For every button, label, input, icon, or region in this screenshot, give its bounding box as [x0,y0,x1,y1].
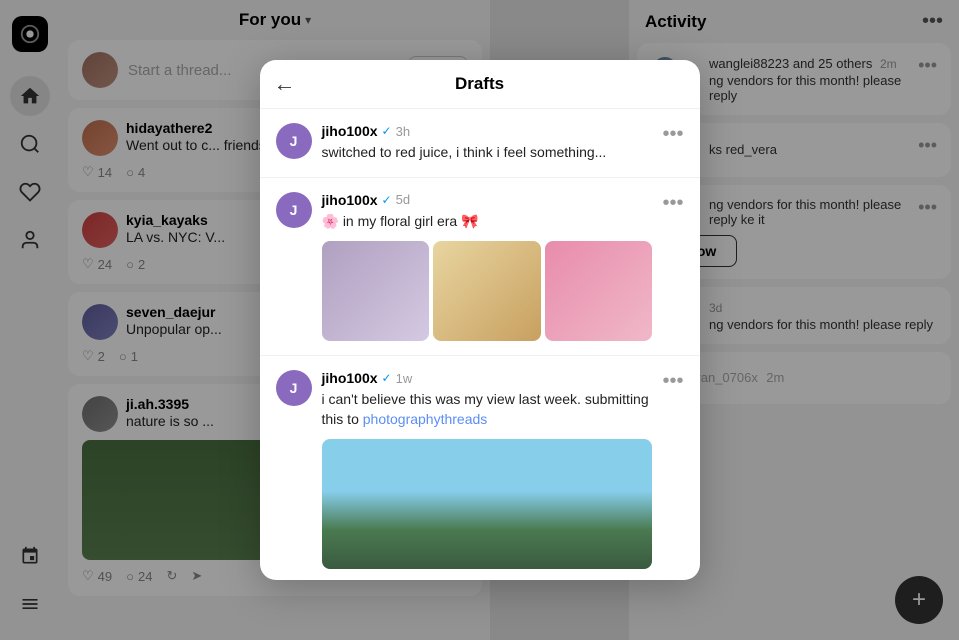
draft-username-2[interactable]: jiho100x [322,192,378,208]
draft-avatar-1: J [276,123,312,159]
draft-time-2: 5d [396,192,410,207]
draft-full-image-3 [322,439,653,569]
modal-back-button[interactable]: ← [274,71,296,97]
draft-link-3[interactable]: photographythreads [363,411,488,427]
draft-avatar-2: J [276,192,312,228]
draft-image-2a [322,241,430,341]
modal-title: Drafts [455,74,504,94]
draft-content-2: jiho100x ✓ 5d 🌸 in my floral girl era 🎀 [322,192,653,342]
draft-item-3: J jiho100x ✓ 1w i can't believe this was… [260,356,700,580]
draft-item-1: J jiho100x ✓ 3h switched to red juice, i… [260,109,700,178]
draft-image-2c [545,241,653,341]
modal-header: ← Drafts [260,60,700,109]
draft-post-header-2: J jiho100x ✓ 5d 🌸 in my floral girl era … [276,192,684,342]
modal-overlay[interactable]: ← Drafts J jiho100x ✓ 3h switched to red… [0,0,959,640]
draft-image-2b [433,241,541,341]
draft-username-1[interactable]: jiho100x [322,123,378,139]
draft-text-3: i can't believe this was my view last we… [322,390,653,429]
draft-content-1: jiho100x ✓ 3h switched to red juice, i t… [322,123,653,163]
draft-user-row-2: jiho100x ✓ 5d [322,192,653,208]
draft-avatar-3: J [276,370,312,406]
drafts-modal: ← Drafts J jiho100x ✓ 3h switched to red… [260,60,700,580]
draft-time-3: 1w [396,371,413,386]
draft-text-2: 🌸 in my floral girl era 🎀 [322,212,653,232]
draft-verified-1: ✓ [382,124,392,138]
draft-username-3[interactable]: jiho100x [322,370,378,386]
draft-item-2: J jiho100x ✓ 5d 🌸 in my floral girl era … [260,178,700,357]
draft-more-1[interactable]: ••• [662,123,683,146]
draft-more-2[interactable]: ••• [662,192,683,215]
draft-post-header-1: J jiho100x ✓ 3h switched to red juice, i… [276,123,684,163]
modal-body: J jiho100x ✓ 3h switched to red juice, i… [260,109,700,580]
draft-verified-2: ✓ [382,193,392,207]
draft-user-row-3: jiho100x ✓ 1w [322,370,653,386]
draft-verified-3: ✓ [382,371,392,385]
draft-post-header-3: J jiho100x ✓ 1w i can't believe this was… [276,370,684,569]
draft-more-3[interactable]: ••• [662,370,683,393]
draft-content-3: jiho100x ✓ 1w i can't believe this was m… [322,370,653,569]
draft-text-1: switched to red juice, i think i feel so… [322,143,653,163]
draft-time-1: 3h [396,124,410,139]
draft-images-2 [322,241,653,341]
draft-user-row-1: jiho100x ✓ 3h [322,123,653,139]
